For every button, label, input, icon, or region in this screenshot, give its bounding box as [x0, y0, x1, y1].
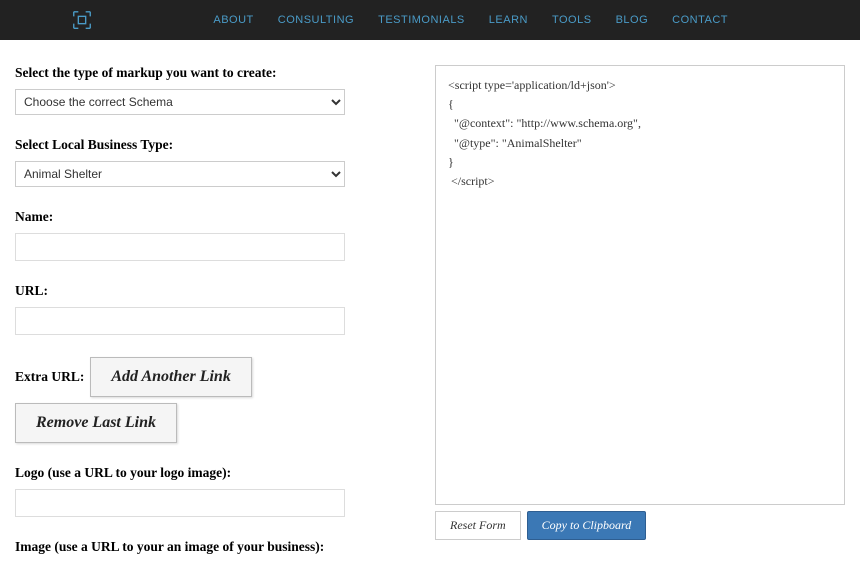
nav-consulting[interactable]: CONSULTING	[266, 14, 366, 26]
nav-blog[interactable]: BLOG	[604, 14, 661, 26]
extra-url-label: Extra URL:	[15, 369, 84, 385]
output-code[interactable]: <script type='application/ld+json'> { "@…	[435, 65, 845, 505]
main-container: Select the type of markup you want to cr…	[0, 40, 860, 573]
image-label: Image (use a URL to your an image of you…	[15, 539, 345, 555]
nav-learn[interactable]: LEARN	[477, 14, 540, 26]
form-column: Select the type of markup you want to cr…	[15, 65, 345, 563]
url-group: URL:	[15, 283, 345, 335]
name-input[interactable]	[15, 233, 345, 261]
output-actions: Reset Form Copy to Clipboard	[435, 511, 845, 540]
nav-tools[interactable]: TOOLS	[540, 14, 604, 26]
logo-label: Logo (use a URL to your logo image):	[15, 465, 345, 481]
business-type-label: Select Local Business Type:	[15, 137, 345, 153]
navbar-nav: ABOUT CONSULTING TESTIMONIALS LEARN TOOL…	[201, 14, 840, 26]
url-label: URL:	[15, 283, 345, 299]
reset-form-button[interactable]: Reset Form	[435, 511, 521, 540]
logo-group: Logo (use a URL to your logo image):	[15, 465, 345, 517]
name-label: Name:	[15, 209, 345, 225]
markup-type-label: Select the type of markup you want to cr…	[15, 65, 345, 81]
url-input[interactable]	[15, 307, 345, 335]
business-type-group: Select Local Business Type: Animal Shelt…	[15, 137, 345, 187]
nav-about[interactable]: ABOUT	[201, 14, 265, 26]
markup-type-select[interactable]: Choose the correct Schema	[15, 89, 345, 115]
logo-input[interactable]	[15, 489, 345, 517]
copy-clipboard-button[interactable]: Copy to Clipboard	[527, 511, 647, 540]
business-type-select[interactable]: Animal Shelter	[15, 161, 345, 187]
nav-contact[interactable]: CONTACT	[660, 14, 740, 26]
name-group: Name:	[15, 209, 345, 261]
nav-testimonials[interactable]: TESTIMONIALS	[366, 14, 477, 26]
extra-url-row: Extra URL: Add Another Link Remove Last …	[15, 357, 345, 443]
navbar: ABOUT CONSULTING TESTIMONIALS LEARN TOOL…	[0, 0, 860, 40]
add-link-button[interactable]: Add Another Link	[90, 357, 251, 397]
output-column: <script type='application/ld+json'> { "@…	[435, 65, 845, 563]
logo-icon[interactable]	[70, 8, 94, 32]
remove-link-button[interactable]: Remove Last Link	[15, 403, 177, 443]
image-group: Image (use a URL to your an image of you…	[15, 539, 345, 555]
markup-type-group: Select the type of markup you want to cr…	[15, 65, 345, 115]
